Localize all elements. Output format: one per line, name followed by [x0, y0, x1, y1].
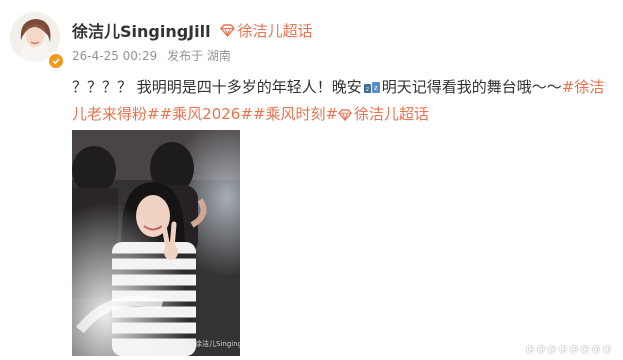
post-timestamp[interactable]: 26-4-25 00:29 [72, 49, 157, 63]
author-name[interactable]: 徐洁儿SingingJill [72, 18, 211, 42]
post-photo[interactable]: @徐洁儿SingingJill [72, 130, 240, 356]
hashtag-link[interactable]: #乘风2026# [160, 105, 253, 123]
supertopic-icon [338, 104, 352, 128]
post-text-part-1: ？？？？ 我明明是四十多岁的年轻人！晚安 [72, 78, 362, 96]
hashtag-link[interactable]: #乘风时刻# [253, 105, 338, 123]
sleeping-emoji-icon: zz [363, 78, 381, 102]
supertopic-link-label: 徐洁儿超话 [237, 21, 313, 40]
supertopic-icon [219, 23, 235, 37]
supertopic-link[interactable]: 徐洁儿超话 [219, 20, 313, 41]
post-text: ？？？？ 我明明是四十多岁的年轻人！晚安 z z 明天记得看我的舞台哦～～#徐洁儿老来… [72, 75, 612, 128]
svg-text:z: z [366, 86, 369, 93]
photo-watermark: @徐洁儿SingingJill [188, 340, 240, 348]
verified-badge-icon [47, 52, 65, 70]
post-source: 发布于 湖南 [167, 49, 231, 63]
post-header: 徐洁儿SingingJill 徐洁儿超话 [72, 18, 313, 42]
bottom-watermark: @@@@@@@@ [525, 344, 613, 355]
svg-text:z: z [374, 84, 378, 92]
supertopic-tag-link[interactable]: 徐洁儿超话 [338, 105, 429, 123]
supertopic-tag-label: 徐洁儿超话 [354, 105, 430, 123]
post-text-part-2: 明天记得看我的舞台哦～～ [381, 78, 562, 96]
post-meta: 26-4-25 00:29 发布于 湖南 [72, 47, 231, 64]
